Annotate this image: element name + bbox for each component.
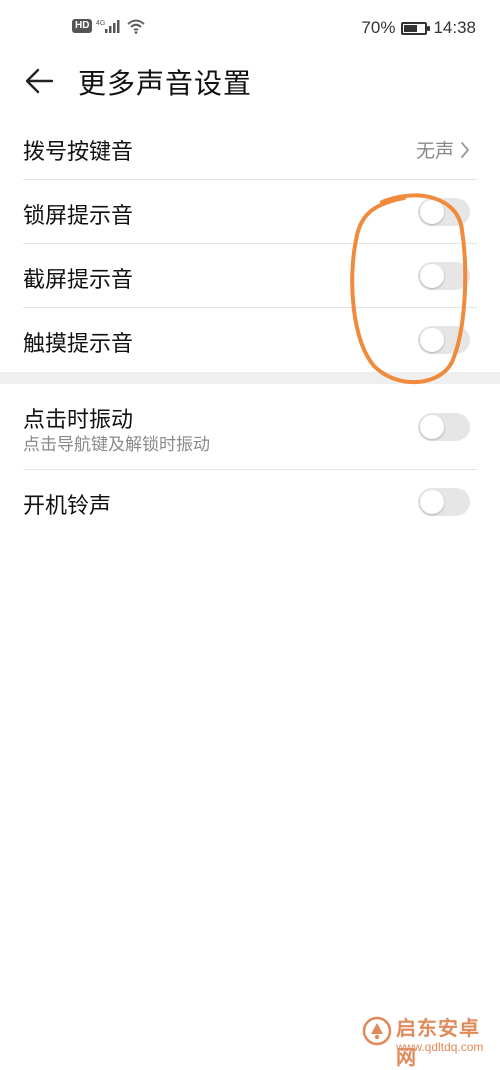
setting-row-lock-screen-sound: 锁屏提示音 xyxy=(0,180,500,244)
lock-screen-sound-toggle[interactable] xyxy=(418,198,470,226)
setting-sublabel: 点击导航键及解锁时振动 xyxy=(23,435,210,455)
setting-label: 锁屏提示音 xyxy=(23,204,134,229)
wifi-icon xyxy=(127,19,146,34)
clock: 14:38 xyxy=(433,18,476,37)
watermark-url: www.qdltdq.com xyxy=(396,1040,484,1054)
vibrate-on-touch-toggle[interactable] xyxy=(418,413,470,441)
battery-icon xyxy=(401,21,431,35)
setting-row-vibrate-on-touch: 点击时振动 点击导航键及解锁时振动 xyxy=(0,384,500,470)
setting-row-dial-keypad-tone[interactable]: 拨号按键音 无声 xyxy=(0,116,500,180)
status-left: HD 4G xyxy=(72,18,146,34)
setting-label: 开机铃声 xyxy=(23,494,112,519)
setting-row-touch-sound: 触摸提示音 xyxy=(0,308,500,372)
chevron-right-icon xyxy=(461,141,469,158)
startup-ringtone-toggle[interactable] xyxy=(418,488,470,516)
toggle-knob xyxy=(420,200,444,224)
status-right: 70% 14:38 xyxy=(361,18,476,38)
setting-value-text: 无声 xyxy=(415,140,454,162)
setting-row-startup-ringtone: 开机铃声 xyxy=(0,470,500,534)
page-title: 更多声音设置 xyxy=(78,67,253,100)
screenshot-sound-toggle[interactable] xyxy=(418,262,470,290)
setting-label: 拨号按键音 xyxy=(23,140,134,165)
section-gap xyxy=(0,372,500,384)
back-button[interactable] xyxy=(22,64,56,98)
battery-fill xyxy=(404,24,418,32)
toggle-knob xyxy=(420,328,444,352)
watermark-logo-icon xyxy=(362,1016,392,1046)
network-type: 4G xyxy=(96,20,105,27)
setting-label: 截屏提示音 xyxy=(23,268,134,293)
settings-group-sounds: 拨号按键音 无声 锁屏提示音 截屏提示音 触摸提示音 xyxy=(0,116,500,372)
touch-sound-toggle[interactable] xyxy=(418,326,470,354)
setting-label: 触摸提示音 xyxy=(23,332,134,357)
header: 更多声音设置 xyxy=(0,58,500,108)
watermark: 启东安卓网 www.qdltdq.com xyxy=(362,1010,494,1069)
arrow-left-icon xyxy=(25,68,54,94)
hd-badge: HD xyxy=(72,19,93,33)
signal-icon: 4G xyxy=(96,20,120,33)
status-bar: HD 4G 70% 14:38 xyxy=(0,0,500,58)
toggle-knob xyxy=(420,415,444,439)
setting-value: 无声 xyxy=(416,136,470,163)
settings-group-vibration: 点击时振动 点击导航键及解锁时振动 开机铃声 xyxy=(0,384,500,534)
toggle-knob xyxy=(420,490,444,514)
setting-row-screenshot-sound: 截屏提示音 xyxy=(0,244,500,308)
battery-percent: 70% xyxy=(361,18,396,37)
toggle-knob xyxy=(420,264,444,288)
